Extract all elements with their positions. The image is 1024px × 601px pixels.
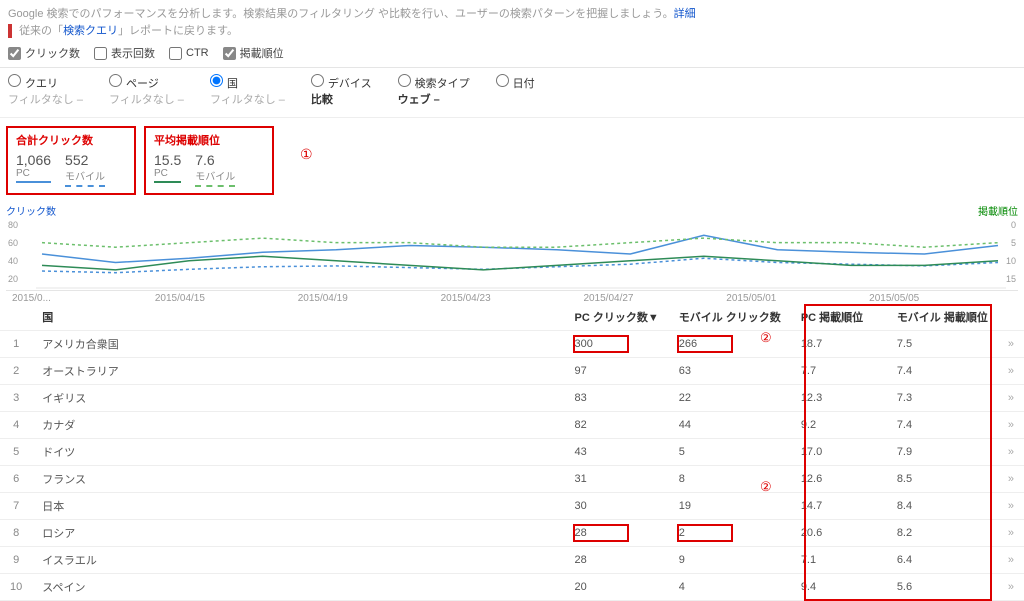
country-name: カナダ <box>32 411 564 438</box>
metric-toggle[interactable]: CTR <box>169 47 209 60</box>
table-row[interactable]: 10スペイン2049.45.6» <box>0 573 1024 600</box>
expand-icon[interactable]: » <box>998 357 1024 384</box>
detail-link[interactable]: 詳細 <box>674 8 696 20</box>
table-header[interactable]: PC 掲載順位 <box>791 304 887 331</box>
svg-text:80: 80 <box>8 220 18 230</box>
annotation-2b: ② <box>760 479 772 495</box>
expand-icon[interactable]: » <box>998 438 1024 465</box>
country-name: オーストラリア <box>32 357 564 384</box>
country-name: イギリス <box>32 384 564 411</box>
svg-text:40: 40 <box>8 256 18 266</box>
filter-option[interactable]: 検索タイプウェブ – <box>398 74 470 107</box>
stats-row: 合計クリック数1,066PC552モバイル平均掲載順位15.5PC7.6モバイル… <box>0 118 1024 203</box>
table-row[interactable]: 3イギリス832212.37.3» <box>0 384 1024 411</box>
svg-text:0: 0 <box>1011 220 1016 230</box>
metric-toggle[interactable]: 掲載順位 <box>223 45 284 61</box>
table-header[interactable] <box>998 304 1024 331</box>
country-name: アメリカ合衆国 <box>32 330 564 357</box>
stat-box: 平均掲載順位15.5PC7.6モバイル <box>144 126 274 195</box>
table-row[interactable]: 1アメリカ合衆国30026618.77.5» <box>0 330 1024 357</box>
filter-option[interactable]: ページフィルタなし – <box>109 74 184 107</box>
metric-toggle[interactable]: クリック数 <box>8 45 80 61</box>
svg-text:60: 60 <box>8 238 18 248</box>
filter-option[interactable]: クエリフィルタなし – <box>8 74 83 107</box>
stat-box: 合計クリック数1,066PC552モバイル <box>6 126 136 195</box>
expand-icon[interactable]: » <box>998 573 1024 600</box>
accent-bar-icon <box>8 24 12 38</box>
expand-icon[interactable]: » <box>998 519 1024 546</box>
table-row[interactable]: 7日本301914.78.4» <box>0 492 1024 519</box>
metric-toggle[interactable]: 表示回数 <box>94 45 155 61</box>
expand-icon[interactable]: » <box>998 546 1024 573</box>
table-row[interactable]: 9イスラエル2897.16.4» <box>0 546 1024 573</box>
country-name: フランス <box>32 465 564 492</box>
table-row[interactable]: 8ロシア28220.68.2» <box>0 519 1024 546</box>
line-chart[interactable]: 80 60 40 20 0 5 10 15 <box>6 218 1018 290</box>
chart-y-right-label: 掲載順位 <box>978 203 1018 218</box>
country-name: ドイツ <box>32 438 564 465</box>
filter-option[interactable]: 国フィルタなし – <box>210 74 285 107</box>
annotation-1: ① <box>300 126 313 163</box>
expand-icon[interactable]: » <box>998 411 1024 438</box>
chart: クリック数 掲載順位 80 60 40 20 0 5 10 15 2015/0...2015… <box>0 203 1024 304</box>
chart-x-axis: 2015/0...2015/04/152015/04/192015/04/232… <box>6 290 1018 304</box>
table-row[interactable]: 4カナダ82449.27.4» <box>0 411 1024 438</box>
filter-bar: クエリフィルタなし – ページフィルタなし – 国フィルタなし – デバイス比較検索タ… <box>0 68 1024 118</box>
country-name: スペイン <box>32 573 564 600</box>
country-name: イスラエル <box>32 546 564 573</box>
table-header[interactable]: モバイル 掲載順位 <box>887 304 998 331</box>
table-header[interactable]: PC クリック数▼ <box>565 304 669 331</box>
table-header[interactable] <box>0 304 32 331</box>
filter-option[interactable]: 日付 <box>496 74 535 91</box>
filter-option[interactable]: デバイス比較 <box>311 74 372 107</box>
expand-icon[interactable]: » <box>998 330 1024 357</box>
annotation-2a: ② <box>760 330 772 346</box>
svg-text:20: 20 <box>8 274 18 284</box>
svg-text:15: 15 <box>1006 274 1016 284</box>
data-table-wrapper: 国PC クリック数▼モバイル クリック数PC 掲載順位モバイル 掲載順位 1アメ… <box>0 304 1024 601</box>
search-query-link[interactable]: 検索クエリ <box>63 25 118 37</box>
table-row[interactable]: 5ドイツ43517.07.9» <box>0 438 1024 465</box>
expand-icon[interactable]: » <box>998 384 1024 411</box>
svg-text:5: 5 <box>1011 238 1016 248</box>
expand-icon[interactable]: » <box>998 465 1024 492</box>
country-name: ロシア <box>32 519 564 546</box>
table-header[interactable]: モバイル クリック数 <box>669 304 791 331</box>
table-header[interactable]: 国 <box>32 304 564 331</box>
description: Google 検索でのパフォーマンスを分析します。検索結果のフィルタリング や比… <box>0 0 1024 41</box>
svg-text:10: 10 <box>1006 256 1016 266</box>
country-name: 日本 <box>32 492 564 519</box>
expand-icon[interactable]: » <box>998 492 1024 519</box>
chart-y-left-label: クリック数 <box>6 203 56 218</box>
metric-toggle-bar: クリック数 表示回数 CTR 掲載順位 <box>0 41 1024 68</box>
country-table: 国PC クリック数▼モバイル クリック数PC 掲載順位モバイル 掲載順位 1アメ… <box>0 304 1024 601</box>
table-row[interactable]: 6フランス31812.68.5» <box>0 465 1024 492</box>
table-row[interactable]: 2オーストラリア97637.77.4» <box>0 357 1024 384</box>
